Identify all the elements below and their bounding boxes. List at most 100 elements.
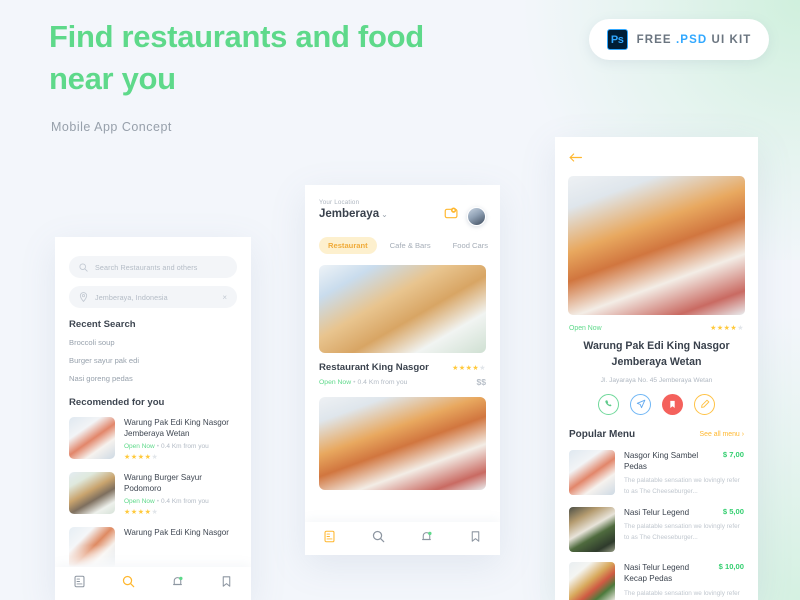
rating-stars: ★★★★★ xyxy=(710,325,744,332)
restaurant-thumbnail xyxy=(69,471,115,514)
see-all-menu-label: See all menu xyxy=(699,430,740,438)
rating-stars: ★★★★★ xyxy=(124,508,159,516)
recent-search-item[interactable]: Nasi goreng pedas xyxy=(69,374,237,383)
phone-icon[interactable] xyxy=(598,393,619,415)
restaurant-card-image[interactable] xyxy=(319,397,486,490)
badge-kit-text: UI KIT xyxy=(711,33,752,46)
hero-image xyxy=(568,176,745,315)
list-item[interactable]: Warung Pak Edi King Nasgor Jemberaya Wet… xyxy=(69,417,237,461)
restaurant-address: Jl. Jayaraya No. 45 Jemberaya Wetan xyxy=(600,376,713,384)
restaurant-name: Warung Pak Edi King Nasgor xyxy=(124,527,229,537)
menu-item-price: $ 5,00 xyxy=(722,506,744,516)
menu-item-name: Nasi Telur Legend xyxy=(624,507,690,517)
detail-status-row: Open Now ★★★★★ xyxy=(555,315,758,333)
tab-food-cars[interactable]: Food Cars xyxy=(444,237,497,254)
menu-item[interactable]: Nasgor King Sambel Pedas $ 7,00 The pala… xyxy=(555,440,758,497)
restaurant-card-info: Restaurant King Nasgor ★★★★★ Open Now • 0.… xyxy=(305,353,500,387)
list-item-body: Warung Pak Edi King Nasgor xyxy=(124,527,229,569)
menu-item-top: Nasgor King Sambel Pedas $ 7,00 xyxy=(624,450,744,473)
home-header: Your Location Jemberaya ⌄ xyxy=(305,185,500,226)
nav-bookmark-icon[interactable] xyxy=(469,530,482,548)
clear-location-button[interactable]: × xyxy=(222,293,227,302)
meta-separator: • xyxy=(353,378,356,386)
menu-item-description: The palatable sensation we lovingly refe… xyxy=(624,477,740,495)
list-item[interactable]: Warung Burger Sayur Podomoro Open Now • 0.… xyxy=(69,471,237,516)
location-value: Jemberaya ⌄ xyxy=(319,208,388,220)
bottom-navigation xyxy=(305,522,500,555)
menu-item-name: Nasi Telur Legend Kecap Pedas xyxy=(624,562,690,584)
menu-item[interactable]: Nasi Telur Legend $ 5,00 The palatable s… xyxy=(555,497,758,552)
status-badge: Open Now xyxy=(319,378,352,386)
nav-feed-icon[interactable] xyxy=(73,575,86,593)
location-value-text: Jemberaya xyxy=(319,208,380,220)
detail-topbar xyxy=(555,137,758,168)
free-psd-badge[interactable]: Ps FREE .PSD UI KIT xyxy=(589,19,769,60)
recent-search-title: Recent Search xyxy=(69,319,136,330)
navigate-icon[interactable] xyxy=(630,393,651,415)
chevron-down-icon: ⌄ xyxy=(381,210,388,219)
recent-search-item[interactable]: Burger sayur pak edi xyxy=(69,356,237,365)
menu-item-top: Nasi Telur Legend $ 5,00 xyxy=(624,507,744,518)
card-meta-row: Open Now • 0.4 Km from you $$ xyxy=(319,377,486,387)
edit-pencil-icon[interactable] xyxy=(694,393,715,415)
rating-stars: ★★★★★ xyxy=(124,453,159,461)
avatar[interactable] xyxy=(467,206,486,226)
status-badge: Open Now xyxy=(124,497,155,505)
badge-label: FREE .PSD UI KIT xyxy=(637,34,752,46)
location-label: Your Location xyxy=(319,199,360,206)
tab-restaurant[interactable]: Restaurant xyxy=(319,237,377,254)
search-icon xyxy=(79,262,88,272)
location-value: Jemberaya, Indonesia xyxy=(95,292,168,302)
nav-notification-bell-icon[interactable] xyxy=(171,575,184,593)
search-placeholder: Search Restaurants and others xyxy=(95,262,198,272)
rating-stars: ★★★★★ xyxy=(452,364,486,372)
nav-feed-icon[interactable] xyxy=(323,530,336,548)
chevron-right-icon: › xyxy=(741,430,744,438)
bottom-navigation xyxy=(55,567,251,600)
back-arrow-icon[interactable] xyxy=(569,150,583,167)
popular-menu-header: Popular Menu See all menu › xyxy=(555,415,758,440)
meta-separator: • xyxy=(156,442,159,450)
restaurant-name: Restaurant King Nasgor xyxy=(319,362,429,373)
search-input[interactable]: Search Restaurants and others xyxy=(69,256,237,278)
detail-action-buttons xyxy=(555,393,758,415)
tab-cafe-bars[interactable]: Cafe & Bars xyxy=(381,237,440,254)
nav-bookmark-icon[interactable] xyxy=(220,575,233,593)
bookmark-icon[interactable] xyxy=(662,393,683,415)
nav-search-icon[interactable] xyxy=(372,530,385,548)
location-input[interactable]: Jemberaya, Indonesia × xyxy=(69,286,237,308)
map-marker-icon[interactable] xyxy=(444,206,459,226)
restaurant-title: Warung Pak Edi King Nasgor Jemberaya Wet… xyxy=(583,340,730,368)
nav-search-icon[interactable] xyxy=(122,575,135,593)
card-title-row: Restaurant King Nasgor ★★★★★ xyxy=(319,362,486,373)
restaurant-thumbnail xyxy=(69,526,115,569)
location-selector[interactable]: Your Location Jemberaya ⌄ xyxy=(319,199,388,220)
header-icons xyxy=(444,199,486,226)
location-pin-icon xyxy=(79,292,88,302)
recent-search-item[interactable]: Broccoli soup xyxy=(69,338,237,347)
menu-item-body: Nasgor King Sambel Pedas $ 7,00 The pala… xyxy=(624,450,744,497)
menu-item-body: Nasi Telur Legend Kecap Pedas $ 10,00 Th… xyxy=(624,562,744,600)
restaurant-name: Warung Burger Sayur Podomoro xyxy=(124,472,202,494)
menu-item-price: $ 10,00 xyxy=(718,561,744,571)
menu-item[interactable]: Nasi Telur Legend Kecap Pedas $ 10,00 Th… xyxy=(555,552,758,600)
badge-psd-text: .PSD xyxy=(676,33,708,46)
meta-separator: • xyxy=(156,497,159,505)
see-all-menu-link[interactable]: See all menu › xyxy=(700,431,744,438)
screen-restaurant-detail: Open Now ★★★★★ Warung Pak Edi King Nasgo… xyxy=(555,137,758,600)
page-title: Find restaurants and food near you xyxy=(49,19,424,96)
nav-notification-bell-icon[interactable] xyxy=(420,530,433,548)
list-item[interactable]: Warung Pak Edi King Nasgor xyxy=(69,526,237,569)
left-screen-content: Search Restaurants and others Jemberaya,… xyxy=(55,237,251,569)
restaurant-card-image[interactable] xyxy=(319,265,486,353)
restaurant-name: Warung Pak Edi King Nasgor Jemberaya Wet… xyxy=(124,418,229,439)
restaurant-meta: Open Now • 0.4 Km from you xyxy=(124,498,237,505)
menu-item-description: The palatable sensation we lovingly refe… xyxy=(624,523,740,541)
list-item-body: Warung Burger Sayur Podomoro Open Now • 0.… xyxy=(124,472,237,516)
photoshop-icon: Ps xyxy=(606,29,628,50)
menu-item-body: Nasi Telur Legend $ 5,00 The palatable s… xyxy=(624,507,744,552)
price-level: $$ xyxy=(476,377,486,387)
distance-label: 0.4 Km from you xyxy=(161,442,209,450)
screen-search: Search Restaurants and others Jemberaya,… xyxy=(55,237,251,600)
restaurant-thumbnail xyxy=(69,417,115,459)
